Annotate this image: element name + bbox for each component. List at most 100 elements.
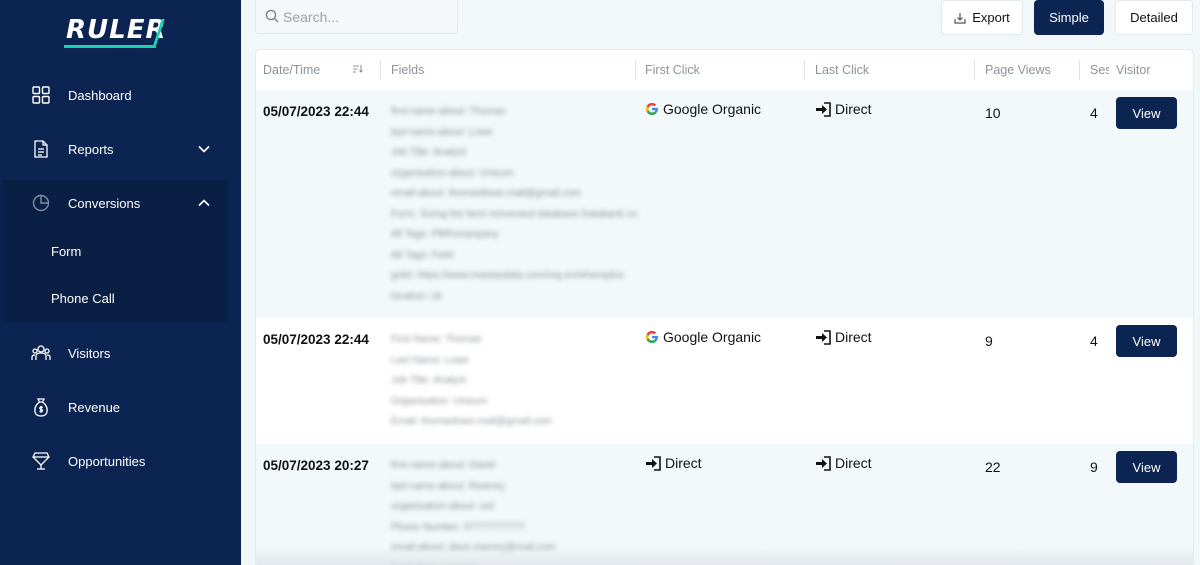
sign-in-icon	[816, 455, 831, 471]
blurred-field-line: first-name-about: David	[391, 460, 495, 471]
money-bag-icon	[31, 397, 51, 417]
column-divider	[974, 60, 975, 80]
conversions-table: Date/Time Fields First Click Last Click …	[255, 49, 1194, 565]
diamond-icon	[31, 451, 51, 471]
sort-icon[interactable]	[352, 64, 363, 74]
cell-sessions: 4	[1090, 105, 1098, 121]
cell-first-click: Direct	[645, 455, 702, 471]
column-header-page-views[interactable]: Page Views	[985, 63, 1051, 77]
view-visitor-button[interactable]: View	[1116, 325, 1177, 357]
cell-last-click: Direct	[815, 101, 872, 117]
sidebar-item-dashboard[interactable]: Dashboard	[0, 75, 228, 115]
cell-first-click-label: Google Organic	[663, 329, 762, 345]
search-box	[255, 0, 458, 34]
ruler-logo[interactable]: RULER	[64, 14, 174, 54]
search-input[interactable]	[283, 8, 453, 26]
cell-fields-blurred: First Name: Thomas Last Name: Lowe Job Tit…	[391, 330, 639, 433]
blurred-field-line: Job Title: Analyst	[391, 147, 467, 158]
sidebar-item-label: Opportunities	[68, 453, 146, 469]
blurred-field-line: organisation-about: Unisum	[391, 167, 514, 179]
blurred-field-line: last-name-about: Lowe	[391, 126, 493, 138]
simple-view-button[interactable]: Simple	[1034, 0, 1104, 35]
sidebar: RULER Dashboard Reports Conversions Form…	[0, 0, 241, 565]
chevron-up-icon[interactable]	[197, 196, 211, 210]
blurred-field-line: Email: thomaslowe.mail@gmail.com	[391, 416, 552, 427]
cell-first-click-label: Direct	[665, 455, 702, 471]
blurred-field-line: All Tags: PBRomanpany	[391, 229, 499, 240]
export-button[interactable]: Export	[941, 0, 1023, 35]
logo-text: RULER	[66, 15, 167, 45]
blurred-field-line: first-name-about: Thomas	[391, 106, 506, 117]
sidebar-item-label: Revenue	[68, 399, 121, 415]
download-icon	[954, 12, 966, 24]
blurred-field-line: organisation-about: red	[391, 501, 494, 512]
blurred-field-line: Organisation: Unisum	[391, 395, 488, 407]
cell-page-views: 9	[985, 333, 993, 349]
sign-in-icon	[816, 329, 831, 345]
cell-page-views: 10	[985, 105, 1001, 121]
column-divider	[804, 60, 805, 80]
column-header-first-click[interactable]: First Click	[645, 63, 700, 77]
cell-last-click-label: Direct	[835, 455, 872, 471]
blurred-field-line: All Tags: Field	[391, 249, 454, 261]
sidebar-subitem-form[interactable]: Form	[51, 244, 81, 259]
cell-page-views: 22	[985, 459, 1001, 475]
google-icon	[645, 102, 658, 116]
view-visitor-button[interactable]: View	[1116, 97, 1177, 129]
sidebar-item-label: Reports	[68, 141, 114, 157]
sign-in-icon	[816, 101, 831, 117]
cell-last-click-label: Direct	[835, 101, 872, 117]
sidebar-item-label: Visitors	[68, 345, 111, 361]
table-row: 05/07/2023 22:44 first-name-about: Thomas…	[256, 90, 1193, 318]
detailed-label: Detailed	[1130, 10, 1178, 25]
blurred-field-line: Form: Sizing the best reinvested databas…	[391, 208, 638, 220]
sidebar-item-label: Dashboard	[68, 87, 132, 103]
cell-fields-blurred: first-name-about: Thomas last-name-about:…	[391, 102, 639, 307]
simple-label: Simple	[1049, 10, 1089, 25]
sidebar-item-visitors[interactable]: Visitors	[0, 333, 228, 373]
grid-icon	[31, 85, 51, 105]
document-icon	[31, 139, 51, 159]
sidebar-item-revenue[interactable]: Revenue	[0, 387, 228, 427]
cell-last-click: Direct	[815, 455, 872, 471]
export-label: Export	[972, 10, 1010, 25]
detailed-view-button[interactable]: Detailed	[1115, 0, 1193, 35]
column-header-fields[interactable]: Fields	[391, 63, 424, 77]
column-divider	[1079, 60, 1080, 80]
sidebar-item-opportunities[interactable]: Opportunities	[0, 441, 228, 481]
cell-datetime: 05/07/2023 22:44	[263, 332, 369, 347]
cell-datetime: 05/07/2023 20:27	[263, 458, 369, 473]
column-header-last-click[interactable]: Last Click	[815, 63, 869, 77]
cell-last-click-label: Direct	[835, 329, 872, 345]
blurred-field-line: last-name-about: Rowney	[391, 480, 505, 492]
sidebar-subitem-phone-call[interactable]: Phone Call	[51, 291, 115, 306]
table-header: Date/Time Fields First Click Last Click …	[256, 50, 1193, 90]
sidebar-item-conversions[interactable]: Conversions	[0, 183, 228, 223]
blurred-field-line: Job Title: Analyst	[391, 375, 467, 386]
blurred-field-line: First Name: Thomas	[391, 334, 482, 345]
column-header-sessions[interactable]: Sessions	[1090, 63, 1109, 77]
cell-first-click-label: Google Organic	[663, 101, 762, 117]
sidebar-item-reports[interactable]: Reports	[0, 129, 228, 169]
column-divider	[635, 60, 636, 80]
blurred-field-line: location: uk	[391, 290, 442, 302]
google-icon	[645, 330, 658, 344]
blurred-field-line: gclid: https://www.mastasdata.com/org.en…	[391, 270, 624, 281]
cell-last-click: Direct	[815, 329, 872, 345]
column-header-visitor[interactable]: Visitor	[1116, 63, 1151, 77]
table-bottom-fade	[256, 546, 1193, 565]
column-header-datetime[interactable]: Date/Time	[263, 63, 320, 77]
cell-datetime: 05/07/2023 22:44	[263, 104, 369, 119]
cell-first-click: Google Organic	[645, 329, 761, 345]
view-visitor-button[interactable]: View	[1116, 451, 1177, 483]
column-divider	[380, 60, 381, 80]
cell-sessions: 9	[1090, 459, 1098, 475]
search-icon	[265, 9, 279, 23]
cell-first-click: Google Organic	[645, 101, 761, 117]
chevron-down-icon[interactable]	[197, 142, 211, 156]
blurred-field-line: email-about: thomasllowe.mail@gmail.com	[391, 188, 582, 199]
pie-chart-icon	[31, 193, 51, 213]
sign-in-icon	[646, 455, 661, 471]
table-row: 05/07/2023 22:44 First Name: Thomas Last N…	[256, 318, 1193, 444]
blurred-field-line: Last Name: Lowe	[391, 354, 469, 366]
